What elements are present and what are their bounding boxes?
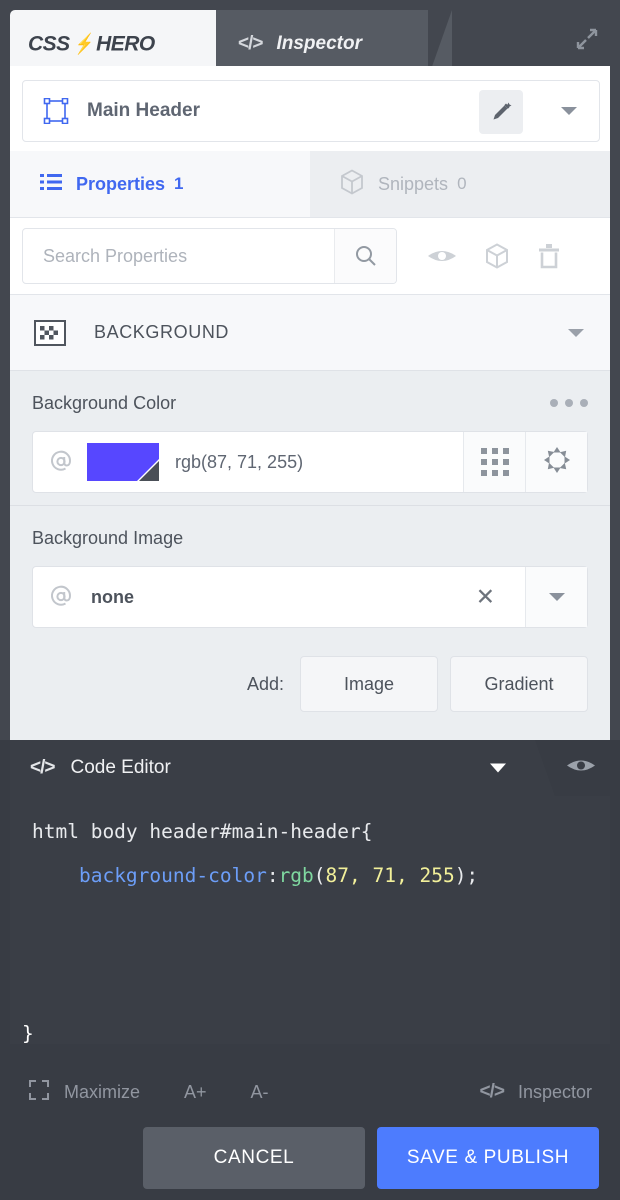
code-icon: </> <box>238 33 264 54</box>
close-x-icon[interactable]: ✕ <box>476 585 495 609</box>
tab-properties-label: Properties <box>76 173 166 194</box>
code-close: ); <box>454 864 479 887</box>
eye-icon[interactable] <box>427 246 457 266</box>
code-icon: </> <box>479 1081 505 1102</box>
property-background-image: Background Image none ✕ Add: Image Gradi… <box>10 506 610 748</box>
selected-element-name: Main Header <box>87 100 200 121</box>
color-picker-button[interactable] <box>525 432 587 492</box>
code-icon: </> <box>30 757 56 778</box>
property-label: Background Image <box>32 528 184 548</box>
cancel-button[interactable]: CANCEL <box>143 1127 365 1189</box>
tab-snippets-label: Snippets <box>378 173 449 194</box>
trash-icon[interactable] <box>537 243 561 269</box>
inspector-label: Inspector <box>517 1081 592 1102</box>
csshero-editor-window: CSS ⚡ HERO </> Inspector Main Header Pro… <box>0 0 620 1200</box>
code-editor-tabbar: </> Code Editor <box>0 740 620 796</box>
code-editor-content[interactable]: html body header#main-header{ background… <box>10 796 610 1044</box>
selector-dropdown-icon[interactable] <box>561 107 577 115</box>
checkerboard-icon <box>34 319 66 346</box>
panel-tool-icons <box>427 243 561 269</box>
property-label: Background Color <box>32 393 177 413</box>
add-label: Add: <box>246 673 284 694</box>
code-open-paren: ( <box>313 864 326 887</box>
font-decrease-button[interactable]: A- <box>251 1082 269 1103</box>
bolt-icon: ⚡ <box>74 33 92 56</box>
background-color-field[interactable]: rgb(87, 71, 255) <box>32 431 588 493</box>
property-background-color: Background Color rgb(87, 71, 255) <box>10 371 610 506</box>
add-image-button[interactable]: Image <box>300 656 438 712</box>
add-gradient-button[interactable]: Gradient <box>450 656 588 712</box>
code-editor-panel: </> Code Editor html body header#main-he… <box>0 740 620 1200</box>
search-box[interactable] <box>22 228 397 284</box>
brand-logo: CSS ⚡ HERO <box>28 32 155 57</box>
inspector-button[interactable]: </> Inspector <box>479 1081 592 1103</box>
code-colon: : <box>266 864 279 887</box>
font-increase-button[interactable]: A+ <box>184 1082 207 1103</box>
tab-properties-count: 1 <box>174 174 184 193</box>
color-palette-button[interactable] <box>463 432 525 492</box>
at-icon <box>49 585 73 609</box>
maximize-button[interactable]: Maximize <box>28 1079 140 1106</box>
eye-icon[interactable] <box>566 756 596 781</box>
inspector-panel: Main Header Properties 1 Snippets 0 Sear… <box>10 66 610 748</box>
code-editor-footer: Maximize A+ A- </> Inspector <box>10 1062 610 1122</box>
at-icon <box>49 450 73 474</box>
code-closing-brace: } <box>22 1022 34 1045</box>
chevron-down-icon[interactable] <box>568 328 584 337</box>
code-editor-title: Code Editor <box>70 757 171 778</box>
grid-dots-icon <box>480 448 509 476</box>
code-property: background-color <box>78 864 267 887</box>
panel-tabs: Properties 1 Snippets 0 <box>10 151 610 218</box>
background-image-value: none <box>91 586 134 607</box>
selection-box-icon <box>43 97 69 125</box>
search-toolbar <box>10 218 610 295</box>
save-publish-button[interactable]: SAVE & PUBLISH <box>377 1127 599 1189</box>
cube-icon[interactable] <box>485 243 509 269</box>
expand-icon[interactable] <box>574 26 600 52</box>
brand-logo-hero: HERO <box>96 32 155 56</box>
chevron-down-icon[interactable] <box>490 763 506 773</box>
code-selector-line: html body header#main-header{ <box>32 820 373 843</box>
chevron-down-icon <box>548 593 565 601</box>
search-input[interactable] <box>23 229 334 283</box>
tab-properties[interactable]: Properties 1 <box>10 151 310 217</box>
tab-inspector-label: Inspector <box>276 33 363 54</box>
brand-logo-css: CSS <box>28 32 70 56</box>
ellipsis-icon[interactable] <box>550 399 588 407</box>
background-color-value: rgb(87, 71, 255) <box>175 451 304 472</box>
color-wheel-icon <box>542 445 572 480</box>
pencil-edit-icon[interactable] <box>479 90 523 134</box>
list-icon <box>40 173 62 196</box>
section-background-header[interactable]: BACKGROUND <box>10 295 610 371</box>
add-background-row: Add: Image Gradient <box>10 656 610 712</box>
background-image-dropdown[interactable] <box>525 567 587 627</box>
search-icon[interactable] <box>334 229 396 283</box>
action-buttons: CANCEL SAVE & PUBLISH <box>10 1122 610 1194</box>
tab-code-editor[interactable]: </> Code Editor <box>10 740 555 796</box>
tab-snippets-count: 0 <box>457 174 467 193</box>
background-image-field[interactable]: none ✕ <box>32 566 588 628</box>
code-function: rgb <box>278 864 314 887</box>
maximize-label: Maximize <box>64 1081 141 1102</box>
element-selector-bar[interactable]: Main Header <box>22 80 600 142</box>
maximize-icon <box>28 1079 50 1106</box>
tab-snippets[interactable]: Snippets 0 <box>310 151 610 217</box>
code-args: 87, 71, 255 <box>325 864 455 887</box>
color-swatch[interactable] <box>87 443 159 481</box>
section-title: BACKGROUND <box>94 322 230 342</box>
cube-icon <box>340 168 364 200</box>
